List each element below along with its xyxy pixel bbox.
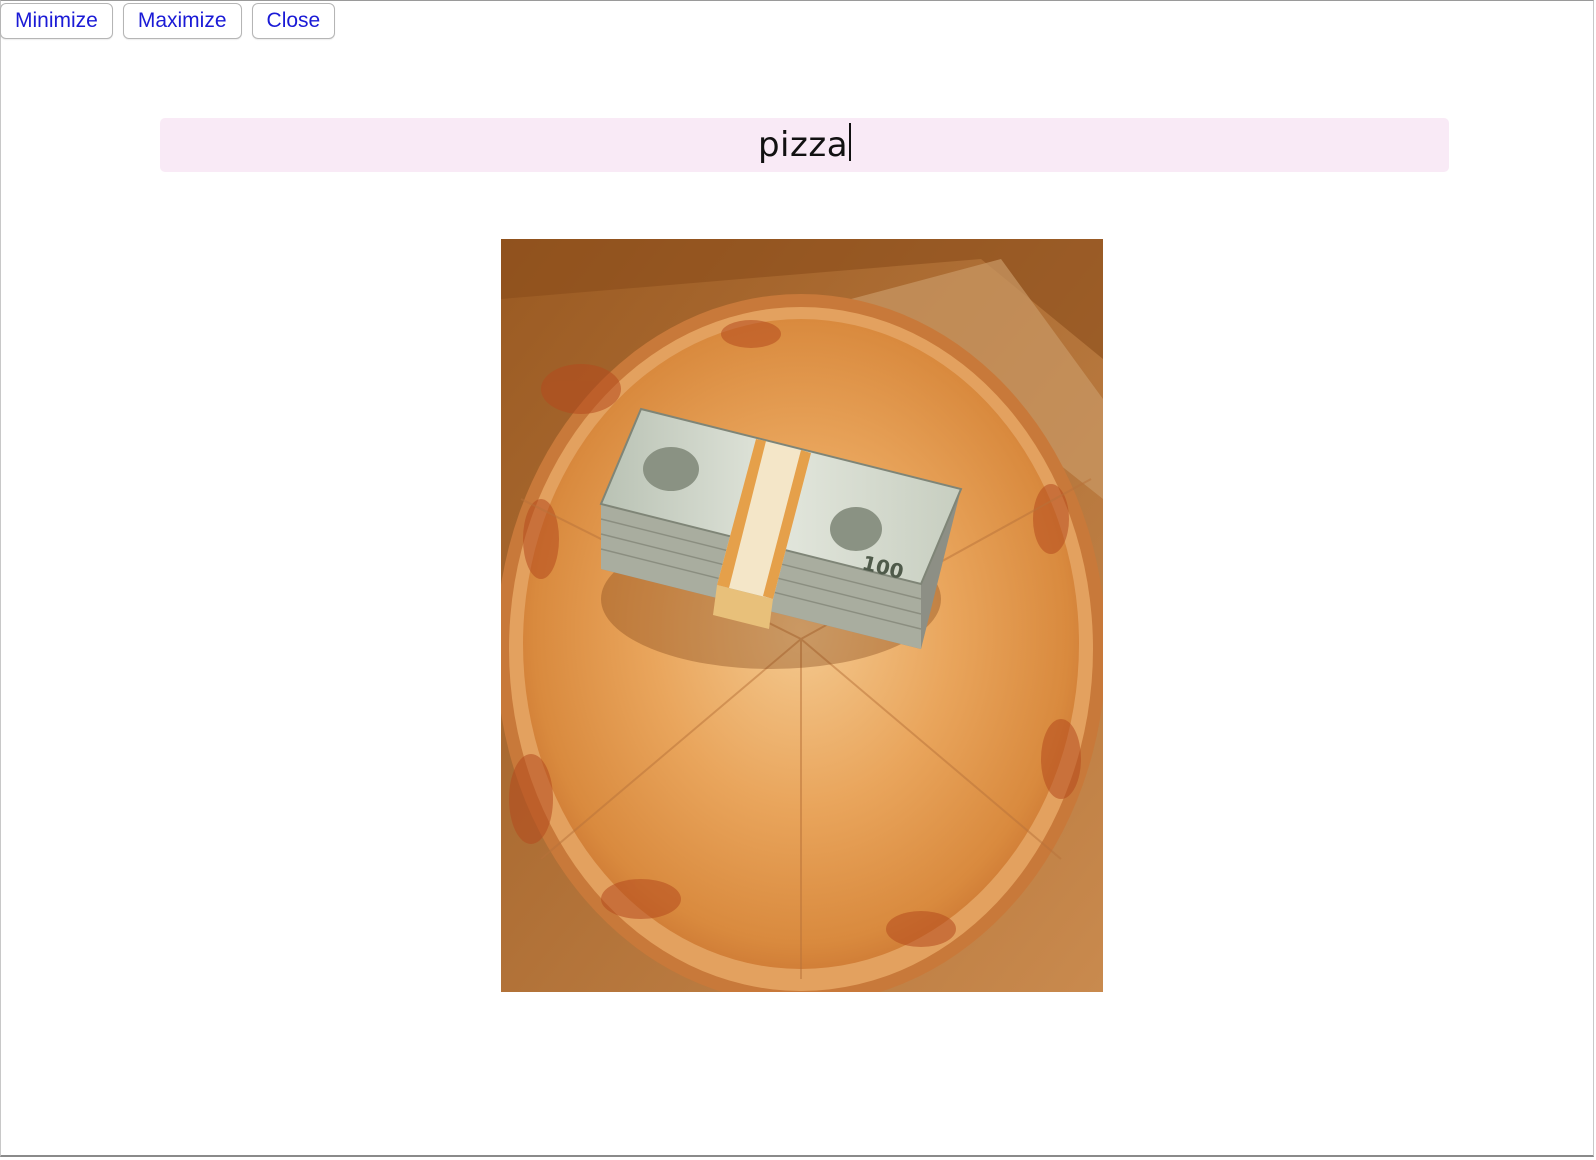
minimize-button[interactable]: Minimize xyxy=(0,3,113,39)
search-input[interactable]: pizza xyxy=(160,118,1449,172)
maximize-button[interactable]: Maximize xyxy=(122,3,242,39)
search-input-value: pizza xyxy=(757,125,849,165)
text-caret xyxy=(849,123,852,161)
result-image: 100 xyxy=(501,239,1103,992)
close-button[interactable]: Close xyxy=(251,3,336,39)
window-toolbar: Minimize Maximize Close xyxy=(0,3,336,39)
